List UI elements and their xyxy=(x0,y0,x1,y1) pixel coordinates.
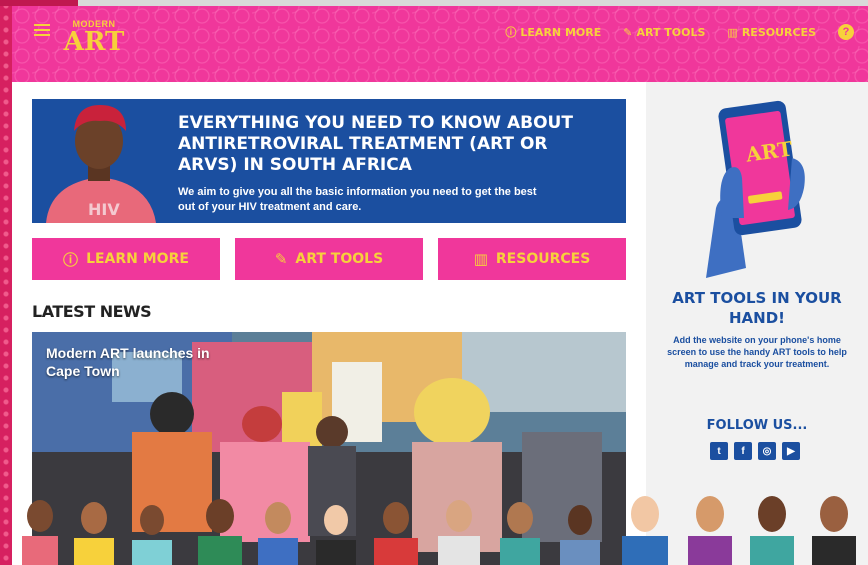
site-logo[interactable]: MODERN ART xyxy=(62,20,126,68)
top-nav: ⓘ LEARN MORE ✎ ART TOOLS ▥ RESOURCES ? xyxy=(505,24,854,40)
instagram-icon[interactable]: ◎ xyxy=(758,442,776,460)
left-decorative-strip xyxy=(0,0,12,565)
twitter-icon[interactable]: t xyxy=(710,442,728,460)
button-label: LEARN MORE xyxy=(86,251,189,267)
nav-label: LEARN MORE xyxy=(520,25,602,39)
hero-banner: HIV EVERYTHING YOU NEED TO KNOW ABOUT AN… xyxy=(32,99,626,223)
follow-us-label: FOLLOW US... xyxy=(706,418,808,433)
button-label: ART TOOLS xyxy=(295,251,384,267)
nav-resources[interactable]: ▥ RESOURCES xyxy=(727,26,816,39)
social-links: t f ◎ ▶ xyxy=(710,442,800,460)
latest-news-heading: LATEST NEWS xyxy=(32,302,152,321)
menu-icon[interactable] xyxy=(34,24,50,36)
button-label: RESOURCES xyxy=(495,251,591,267)
primary-buttons: ⓘ LEARN MORE ✎ ART TOOLS ▥ RESOURCES xyxy=(32,238,626,280)
tools-icon: ✎ xyxy=(623,25,633,39)
hero-description: We aim to give you all the basic informa… xyxy=(178,186,537,213)
phone-illustration: ART xyxy=(706,100,805,278)
youtube-icon[interactable]: ▶ xyxy=(782,442,800,460)
nav-label: RESOURCES xyxy=(741,25,816,39)
sidebar-description: Add the website on your phone's home scr… xyxy=(667,335,847,369)
help-icon[interactable]: ? xyxy=(838,24,854,40)
hero-title: EVERYTHING YOU NEED TO KNOW ABOUT ANTIRE… xyxy=(178,113,573,175)
logo-line2: ART xyxy=(63,27,125,57)
book-icon: ▥ xyxy=(473,250,488,268)
info-icon: ⓘ xyxy=(505,26,517,39)
learn-more-button[interactable]: ⓘ LEARN MORE xyxy=(32,238,220,280)
news-card-title: Modern ART launches in Cape Town xyxy=(46,345,210,379)
resources-button[interactable]: ▥ RESOURCES xyxy=(438,238,626,280)
site-header: MODERN ART ⓘ LEARN MORE ✎ ART TOOLS ▥ RE… xyxy=(12,6,868,82)
facebook-icon[interactable]: f xyxy=(734,442,752,460)
info-icon: ⓘ xyxy=(63,250,79,269)
hero-person-image: HIV xyxy=(36,99,164,223)
book-icon: ▥ xyxy=(727,25,738,39)
news-card[interactable]: Modern ART launches in Cape Town xyxy=(32,332,626,565)
sidebar-title: ART TOOLS IN YOUR HAND! xyxy=(672,289,842,327)
sidebar: ART ART TOOLS IN YOUR HAND! Add the webs… xyxy=(646,82,868,565)
art-tools-button[interactable]: ✎ ART TOOLS xyxy=(235,238,423,280)
tools-icon: ✎ xyxy=(274,250,288,268)
nav-label: ART TOOLS xyxy=(636,25,706,39)
hero-shirt-text: HIV xyxy=(88,200,120,219)
nav-learn-more[interactable]: ⓘ LEARN MORE xyxy=(505,24,601,40)
nav-art-tools[interactable]: ✎ ART TOOLS xyxy=(623,26,705,39)
main-content: HIV EVERYTHING YOU NEED TO KNOW ABOUT AN… xyxy=(12,82,646,565)
